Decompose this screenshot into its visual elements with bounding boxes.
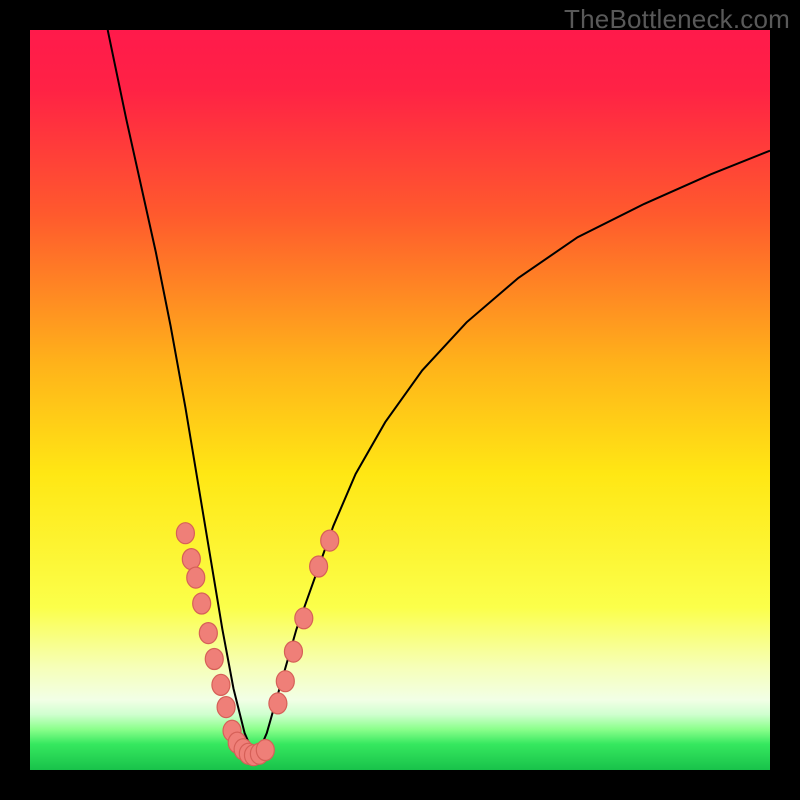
data-marker bbox=[269, 693, 287, 714]
data-marker bbox=[276, 671, 294, 692]
outer-frame: TheBottleneck.com bbox=[0, 0, 800, 800]
data-marker bbox=[295, 608, 313, 629]
data-marker bbox=[256, 740, 274, 761]
data-marker bbox=[284, 641, 302, 662]
data-marker bbox=[321, 530, 339, 551]
data-marker bbox=[193, 593, 211, 614]
plot-area bbox=[30, 30, 770, 770]
data-marker bbox=[182, 549, 200, 570]
data-marker bbox=[187, 567, 205, 588]
data-marker bbox=[212, 674, 230, 695]
plot-svg bbox=[30, 30, 770, 770]
data-marker bbox=[199, 623, 217, 644]
data-marker bbox=[205, 649, 223, 670]
data-marker bbox=[176, 523, 194, 544]
data-marker bbox=[217, 697, 235, 718]
data-marker bbox=[310, 556, 328, 577]
